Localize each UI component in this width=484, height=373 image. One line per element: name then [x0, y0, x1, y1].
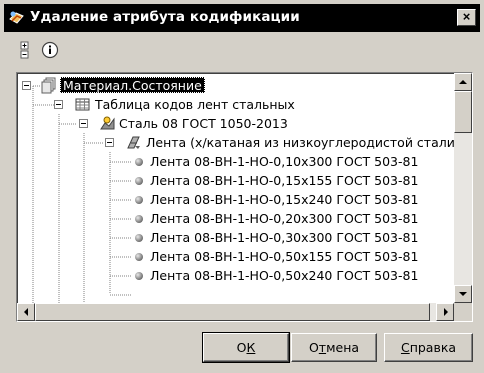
title-bar[interactable]: Удаление атрибута кодификации × — [4, 4, 480, 32]
bullet-icon — [135, 272, 143, 280]
tree-item-label: Лента 08-ВН-1-НО-0,30х300 ГОСТ 503-81 — [150, 230, 419, 245]
help-button[interactable]: Справка — [384, 333, 473, 362]
info-icon — [39, 41, 61, 64]
help-label-rest: правка — [409, 340, 457, 355]
table-icon — [74, 96, 91, 113]
cancel-button[interactable]: Отмена — [291, 333, 377, 362]
collapse-icon[interactable] — [54, 100, 63, 109]
collapse-icon[interactable] — [79, 119, 88, 128]
info-button[interactable] — [39, 39, 61, 61]
help-label-accel: С — [400, 340, 410, 355]
bullet-icon — [135, 253, 143, 261]
bullet-icon — [135, 158, 143, 166]
ok-label-accel: К — [246, 340, 256, 355]
steel-icon — [99, 115, 116, 132]
tree-expand-icon — [16, 41, 38, 64]
scroll-left-button[interactable] — [17, 303, 35, 321]
tree-node-steel[interactable]: Сталь 08 ГОСТ 1050-2013 — [17, 114, 454, 133]
tree-content: Материал.Состояние Таблица кодов лент ст… — [17, 73, 454, 303]
bullet-icon — [135, 234, 143, 242]
tree-item[interactable]: Лента 08-ВН-1-НО-0,50х155 ГОСТ 503-81 — [17, 247, 454, 266]
tree-node-tape[interactable]: Лента (х/катаная из низкоуглеродистой ст… — [17, 133, 454, 152]
tree-label-root: Материал.Состояние — [60, 77, 205, 93]
tree-label-table: Таблица кодов лент стальных — [95, 97, 295, 112]
window-title: Удаление атрибута кодификации — [30, 9, 300, 25]
dialog-window: Удаление атрибута кодификации × Материал… — [0, 0, 484, 373]
bullet-icon — [135, 215, 143, 223]
cancel-label: О — [308, 340, 319, 355]
cancel-label-accel: т — [318, 340, 327, 355]
scroll-up-button[interactable] — [454, 73, 472, 91]
tree-item-label: Лента 08-ВН-1-НО-0,20х300 ГОСТ 503-81 — [150, 211, 419, 226]
tree-item-label: Лента 08-ВН-1-НО-0,10х300 ГОСТ 503-81 — [150, 154, 419, 169]
tree-item-label: Лента 08-ВН-1-НО-0,50х240 ГОСТ 503-81 — [150, 268, 419, 283]
arrow-right-icon — [444, 308, 448, 316]
tree-item[interactable]: Лента 08-ВН-1-НО-0,50х240 ГОСТ 503-81 — [17, 266, 454, 285]
scroll-down-button[interactable] — [454, 285, 472, 303]
documents-icon — [41, 77, 58, 94]
arrow-up-icon — [459, 80, 467, 84]
app-icon — [8, 9, 25, 26]
tape-icon — [125, 134, 142, 151]
tree-node-table[interactable]: Таблица кодов лент стальных — [17, 95, 454, 114]
cancel-label-rest: мена — [326, 340, 360, 355]
tree-item[interactable]: Лента 08-ВН-1-НО-0,20х300 ГОСТ 503-81 — [17, 209, 454, 228]
tree-label-steel: Сталь 08 ГОСТ 1050-2013 — [119, 116, 288, 131]
tree-label-tape: Лента (х/катаная из низкоуглеродистой ст… — [146, 135, 454, 150]
scroll-corner — [454, 303, 472, 321]
bullet-icon — [135, 177, 143, 185]
close-button[interactable]: × — [457, 9, 476, 26]
ok-label: О — [236, 340, 247, 355]
collapse-icon[interactable] — [22, 81, 31, 90]
tree-item-label: Лента 08-ВН-1-НО-0,15х240 ГОСТ 503-81 — [150, 192, 419, 207]
arrow-left-icon — [24, 308, 28, 316]
tree-item[interactable]: Лента 08-ВН-1-НО-0,15х155 ГОСТ 503-81 — [17, 171, 454, 190]
ok-button[interactable]: ОК — [202, 332, 290, 363]
tree-item[interactable]: Лента 08-ВН-1-НО-0,15х240 ГОСТ 503-81 — [17, 190, 454, 209]
close-icon: × — [462, 9, 471, 24]
scroll-thumb[interactable] — [454, 91, 472, 133]
scroll-right-button[interactable] — [436, 303, 454, 321]
tree-item[interactable]: Лента 08-ВН-1-НО-0,10х300 ГОСТ 503-81 — [17, 152, 454, 171]
tree-expand-button[interactable] — [16, 39, 38, 61]
tree-node-root[interactable]: Материал.Состояние — [17, 76, 454, 95]
tree-item-label: Лента 08-ВН-1-НО-0,50х155 ГОСТ 503-81 — [150, 249, 419, 264]
horizontal-scrollbar[interactable] — [17, 303, 454, 321]
toolbar — [16, 39, 316, 63]
arrow-down-icon — [459, 292, 467, 296]
scroll-thumb-horizontal[interactable] — [35, 303, 430, 321]
bullet-icon — [135, 196, 143, 204]
vertical-scrollbar[interactable] — [454, 73, 472, 303]
collapse-icon[interactable] — [105, 138, 114, 147]
tree-item-label: Лента 08-ВН-1-НО-0,15х155 ГОСТ 503-81 — [150, 173, 419, 188]
tree-item[interactable]: Лента 08-ВН-1-НО-0,30х300 ГОСТ 503-81 — [17, 228, 454, 247]
attribute-tree[interactable]: Материал.Состояние Таблица кодов лент ст… — [16, 72, 473, 322]
